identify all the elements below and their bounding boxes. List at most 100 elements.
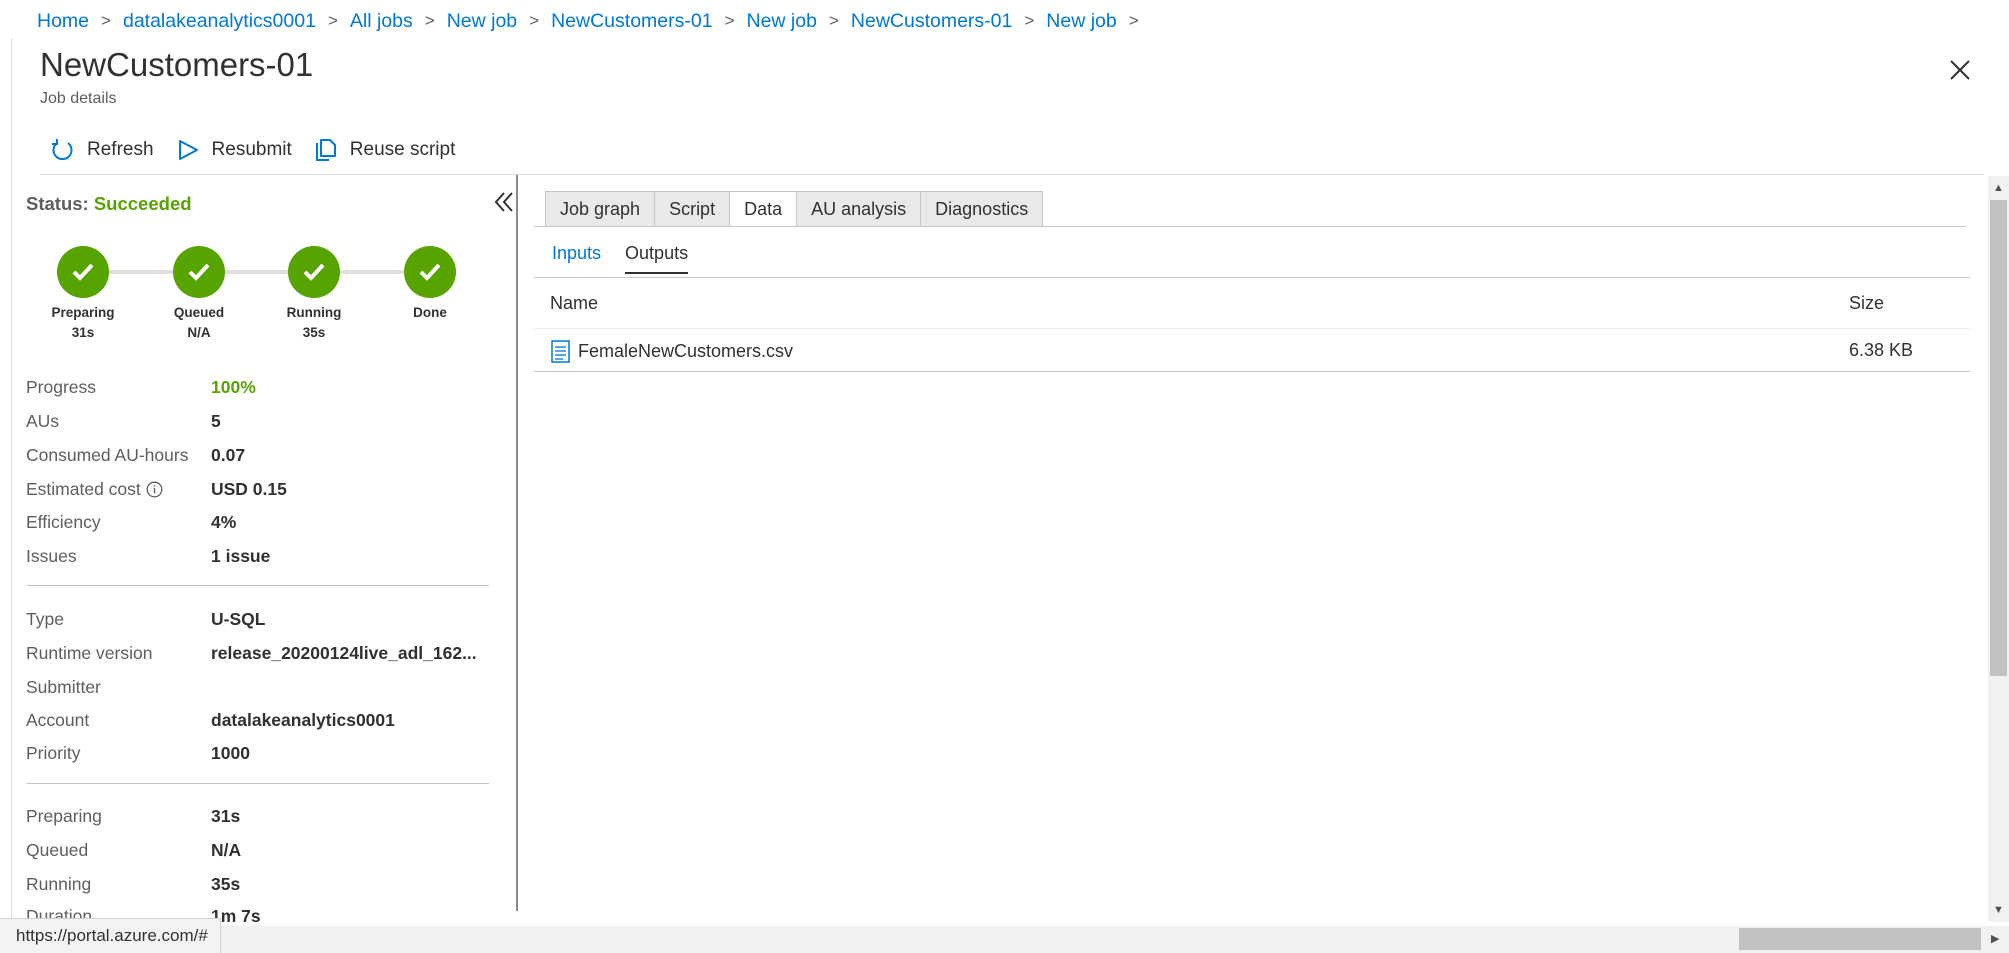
reuse-script-button[interactable]: Reuse script bbox=[314, 138, 456, 162]
breadcrumb-new-job[interactable]: New job bbox=[747, 10, 817, 33]
submitter-label: Submitter bbox=[26, 677, 101, 697]
breadcrumb-separator: > bbox=[1024, 11, 1035, 30]
estimated-cost-value: USD 0.15 bbox=[211, 479, 287, 499]
queued-time-label: Queued bbox=[26, 840, 89, 860]
runtime-version-label: Runtime version bbox=[26, 643, 153, 663]
toolbar-divider bbox=[40, 174, 1984, 175]
refresh-icon bbox=[52, 139, 73, 161]
resubmit-label: Resubmit bbox=[211, 139, 292, 160]
type-label: Type bbox=[26, 609, 64, 629]
row-divider bbox=[534, 371, 1970, 372]
running-time-label: Running bbox=[26, 874, 92, 894]
scroll-down-arrow-icon[interactable]: ▼ bbox=[1993, 904, 2004, 916]
breadcrumb-new-job[interactable]: New job bbox=[447, 10, 517, 33]
page-subtitle: Job details bbox=[40, 90, 117, 107]
step-connector bbox=[83, 270, 429, 274]
tab-script[interactable]: Script bbox=[654, 191, 731, 227]
breadcrumb-home[interactable]: Home bbox=[37, 10, 89, 33]
refresh-label: Refresh bbox=[87, 139, 154, 160]
issues-label: Issues bbox=[26, 546, 77, 566]
progress-label: Progress bbox=[26, 377, 97, 397]
reuse-script-label: Reuse script bbox=[349, 139, 456, 160]
file-icon bbox=[551, 340, 570, 363]
subtab-inputs[interactable]: Inputs bbox=[552, 243, 601, 274]
resubmit-button[interactable]: Resubmit bbox=[176, 138, 292, 162]
breadcrumb: Home > datalakeanalytics0001 > All jobs … bbox=[37, 8, 1151, 34]
breadcrumb-separator: > bbox=[101, 11, 111, 30]
step-preparing-circle bbox=[57, 246, 109, 298]
preparing-time-value: 31s bbox=[211, 806, 241, 826]
step-preparing-label: Preparing 31s bbox=[33, 303, 133, 343]
priority-value: 1000 bbox=[211, 743, 250, 763]
breadcrumb-separator: > bbox=[529, 11, 540, 30]
refresh-button[interactable]: Refresh bbox=[49, 137, 154, 163]
horizontal-scrollbar-thumb[interactable] bbox=[1739, 928, 1981, 950]
scroll-right-arrow-icon[interactable]: ▶ bbox=[1991, 932, 1999, 945]
breadcrumb-job[interactable]: NewCustomers-01 bbox=[551, 10, 712, 33]
breadcrumb-separator: > bbox=[327, 11, 338, 30]
file-name[interactable]: FemaleNewCustomers.csv bbox=[578, 341, 793, 362]
breadcrumb-account[interactable]: datalakeanalytics0001 bbox=[123, 10, 316, 33]
tabs-divider bbox=[534, 226, 1966, 227]
breadcrumb-job[interactable]: NewCustomers-01 bbox=[851, 10, 1012, 33]
breadcrumb-new-job[interactable]: New job bbox=[1046, 10, 1116, 33]
step-name: Running bbox=[286, 305, 342, 320]
tab-data[interactable]: Data bbox=[729, 191, 798, 227]
step-running-circle bbox=[288, 246, 340, 298]
step-time: N/A bbox=[187, 325, 211, 340]
step-running-label: Running 35s bbox=[264, 303, 364, 343]
step-queued-label: Queued N/A bbox=[149, 303, 249, 343]
step-name: Preparing bbox=[51, 305, 115, 320]
aus-value: 5 bbox=[211, 411, 221, 431]
header-divider bbox=[534, 328, 1970, 329]
column-header-name[interactable]: Name bbox=[550, 293, 598, 314]
subtab-outputs[interactable]: Outputs bbox=[625, 243, 689, 274]
scroll-up-arrow-icon[interactable]: ▲ bbox=[1993, 182, 2004, 194]
panel-splitter[interactable] bbox=[516, 175, 518, 911]
estimated-cost-text: Estimated cost bbox=[26, 479, 141, 499]
horizontal-scrollbar[interactable] bbox=[0, 926, 2009, 953]
status-url: https://portal.azure.com/# bbox=[0, 918, 221, 953]
double-chevron-left-icon bbox=[494, 192, 513, 212]
aus-label: AUs bbox=[26, 411, 60, 431]
step-time: 31s bbox=[71, 325, 95, 340]
file-size: 6.38 KB bbox=[1849, 340, 1914, 360]
step-queued-circle bbox=[173, 246, 225, 298]
breadcrumb-separator: > bbox=[828, 11, 839, 30]
section-divider bbox=[26, 585, 489, 586]
page-title: NewCustomers-01 bbox=[40, 46, 314, 83]
checkmark-icon bbox=[188, 263, 210, 281]
tab-diagnostics[interactable]: Diagnostics bbox=[920, 191, 1044, 227]
column-header-size[interactable]: Size bbox=[1849, 293, 1884, 314]
type-value: U-SQL bbox=[211, 609, 266, 629]
play-icon bbox=[178, 140, 198, 160]
efficiency-label: Efficiency bbox=[26, 512, 101, 532]
vertical-scrollbar-thumb[interactable] bbox=[1990, 200, 2007, 676]
step-done-label: Done bbox=[380, 303, 480, 323]
issues-value[interactable]: 1 issue bbox=[211, 546, 270, 567]
consumed-au-hours-label: Consumed AU-hours bbox=[26, 445, 189, 465]
account-value: datalakeanalytics0001 bbox=[211, 710, 395, 730]
checkmark-icon bbox=[419, 263, 441, 281]
info-icon[interactable] bbox=[146, 481, 163, 498]
priority-label: Priority bbox=[26, 743, 81, 763]
step-name: Done bbox=[413, 305, 447, 320]
running-time-value: 35s bbox=[211, 874, 241, 894]
breadcrumb-separator: > bbox=[424, 11, 435, 30]
tab-job-graph[interactable]: Job graph bbox=[545, 191, 656, 227]
table-row[interactable]: FemaleNewCustomers.csv bbox=[551, 340, 793, 363]
breadcrumb-separator: > bbox=[724, 11, 735, 30]
collapse-panel-button[interactable] bbox=[493, 190, 515, 219]
breadcrumb-separator: > bbox=[1128, 11, 1139, 30]
checkmark-icon bbox=[303, 263, 325, 281]
section-divider bbox=[26, 783, 489, 784]
status-value: Succeeded bbox=[93, 193, 192, 214]
close-button[interactable] bbox=[1946, 56, 1974, 84]
step-done-circle bbox=[404, 246, 456, 298]
status-label: Status: bbox=[26, 193, 89, 214]
runtime-version-value: release_20200124live_adl_162... bbox=[211, 643, 477, 663]
breadcrumb-all-jobs[interactable]: All jobs bbox=[350, 10, 413, 33]
consumed-au-hours-value: 0.07 bbox=[211, 445, 246, 465]
tab-au-analysis[interactable]: AU analysis bbox=[796, 191, 922, 227]
close-icon bbox=[1950, 60, 1970, 80]
